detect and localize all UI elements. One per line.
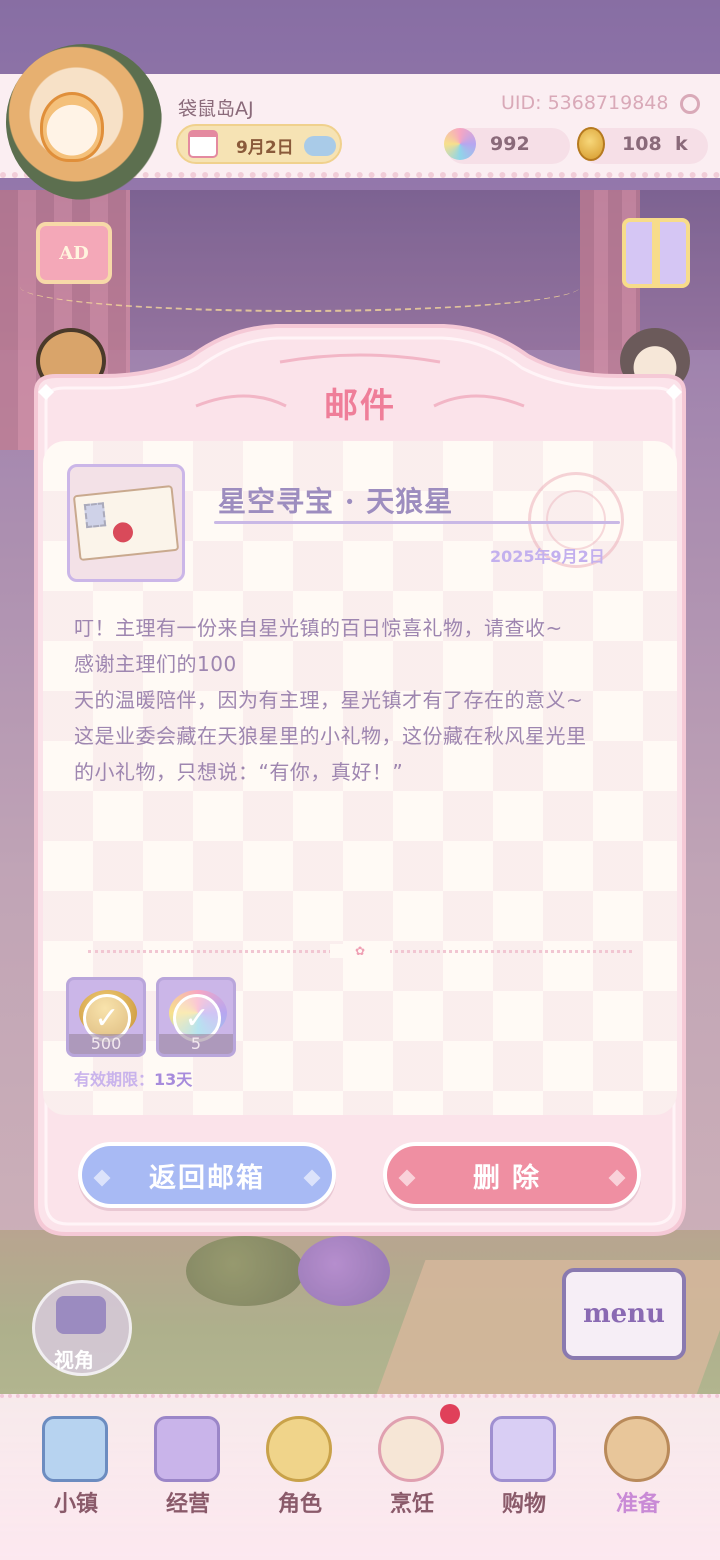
coin-unit: k: [675, 133, 688, 155]
nav-label: 购物: [501, 1491, 546, 1517]
delete-mail-button[interactable]: 删除: [383, 1142, 641, 1208]
diamond-right-icon: [608, 1169, 626, 1187]
diamond-left-icon: [398, 1169, 416, 1187]
menu-book-button[interactable]: menu: [562, 1268, 686, 1360]
town-map-icon: [42, 1416, 108, 1482]
nav-label: 小镇: [53, 1491, 98, 1517]
delete-button-label: 删除: [473, 1162, 551, 1194]
diamond-left-icon: [93, 1169, 111, 1187]
nav-item-business[interactable]: 经营: [138, 1410, 238, 1540]
gift-ribbon-icon: [652, 218, 660, 288]
mail-body-line: 的小礼物，只想说：“有你，真好！”: [74, 760, 404, 784]
nav-item-prepare[interactable]: 准备: [588, 1410, 688, 1540]
nav-item-cooking[interactable]: 烹饪: [362, 1410, 462, 1540]
nav-label: 烹饪: [389, 1491, 434, 1517]
reward-quantity: 500: [69, 1034, 143, 1054]
ad-label: AD: [59, 242, 89, 264]
mail-body-line: 天的温暖陪伴，因为有主理，星光镇才有了存在的意义~: [74, 688, 584, 712]
gem-icon: [444, 128, 476, 160]
mail-modal-title: 邮件: [324, 386, 396, 426]
top-hud: 袋鼠岛AJ 9月2日 UID: 5368719848 992 108 k: [0, 0, 720, 200]
mail-body-line: 这是业委会藏在天狼星里的小礼物，这份藏在秋风星光里: [74, 724, 587, 748]
stamp-icon: [83, 502, 107, 529]
mail-subject: 星空寻宝 · 天狼星: [218, 485, 454, 518]
expiry-info: 有效期限：13天: [74, 1066, 192, 1090]
cooking-icon: [378, 1416, 444, 1482]
bow-icon: ✿: [330, 944, 390, 958]
diamond-right-icon: [303, 1169, 321, 1187]
camera-icon: [56, 1296, 106, 1334]
reward-quantity: 5: [159, 1034, 233, 1054]
nav-item-town[interactable]: 小镇: [26, 1410, 126, 1540]
back-to-mailbox-button[interactable]: 返回邮箱: [78, 1142, 336, 1208]
postmark-inner-icon: [546, 490, 606, 550]
expiry-value: 13天: [154, 1070, 193, 1089]
menu-label: menu: [583, 1299, 665, 1329]
copy-uid-icon[interactable]: [680, 94, 700, 114]
shopping-bag-icon: [490, 1416, 556, 1482]
mail-date: 2025年9月2日: [490, 547, 605, 566]
expiry-label: 有效期限：: [74, 1070, 155, 1089]
user-id: UID: 5368719848: [501, 92, 669, 114]
ad-button[interactable]: AD: [36, 222, 112, 284]
weather-cloud-icon: [304, 136, 336, 156]
reward-item-coins[interactable]: ✓ 500: [66, 977, 146, 1057]
mail-body-line: 叮！主理有一份来自星光镇的百日惊喜礼物，请查收~: [74, 616, 563, 640]
notification-dot: [440, 1404, 460, 1424]
nav-label: 经营: [165, 1491, 210, 1517]
reward-item-gems[interactable]: ✓ 5: [156, 977, 236, 1057]
subject-underline: [214, 521, 620, 524]
game-date: 9月2日: [236, 138, 294, 158]
wax-seal-icon: [111, 521, 134, 544]
shop-manage-icon: [154, 1416, 220, 1482]
camera-label: 视角: [54, 1348, 94, 1372]
prepare-basket-icon: [604, 1416, 670, 1482]
coin-icon: [577, 127, 605, 161]
mail-body: 叮！主理有一份来自星光镇的百日惊喜礼物，请查收~ 感谢主理们的100 天的温暖陪…: [74, 610, 664, 790]
gem-count: 992: [490, 133, 530, 155]
character-icon: [266, 1416, 332, 1482]
player-name: 袋鼠岛AJ: [178, 98, 254, 120]
calendar-icon: [188, 130, 218, 158]
coin-count: 108: [622, 133, 662, 155]
envelope-icon: [72, 484, 180, 562]
nav-label: 准备: [615, 1491, 660, 1517]
nav-item-character[interactable]: 角色: [250, 1410, 350, 1540]
back-button-label: 返回邮箱: [149, 1162, 265, 1194]
mail-body-line: 感谢主理们的100: [74, 652, 237, 676]
avatar[interactable]: [40, 92, 104, 162]
nav-label: 角色: [277, 1491, 322, 1517]
nav-item-shopping[interactable]: 购物: [474, 1410, 574, 1540]
